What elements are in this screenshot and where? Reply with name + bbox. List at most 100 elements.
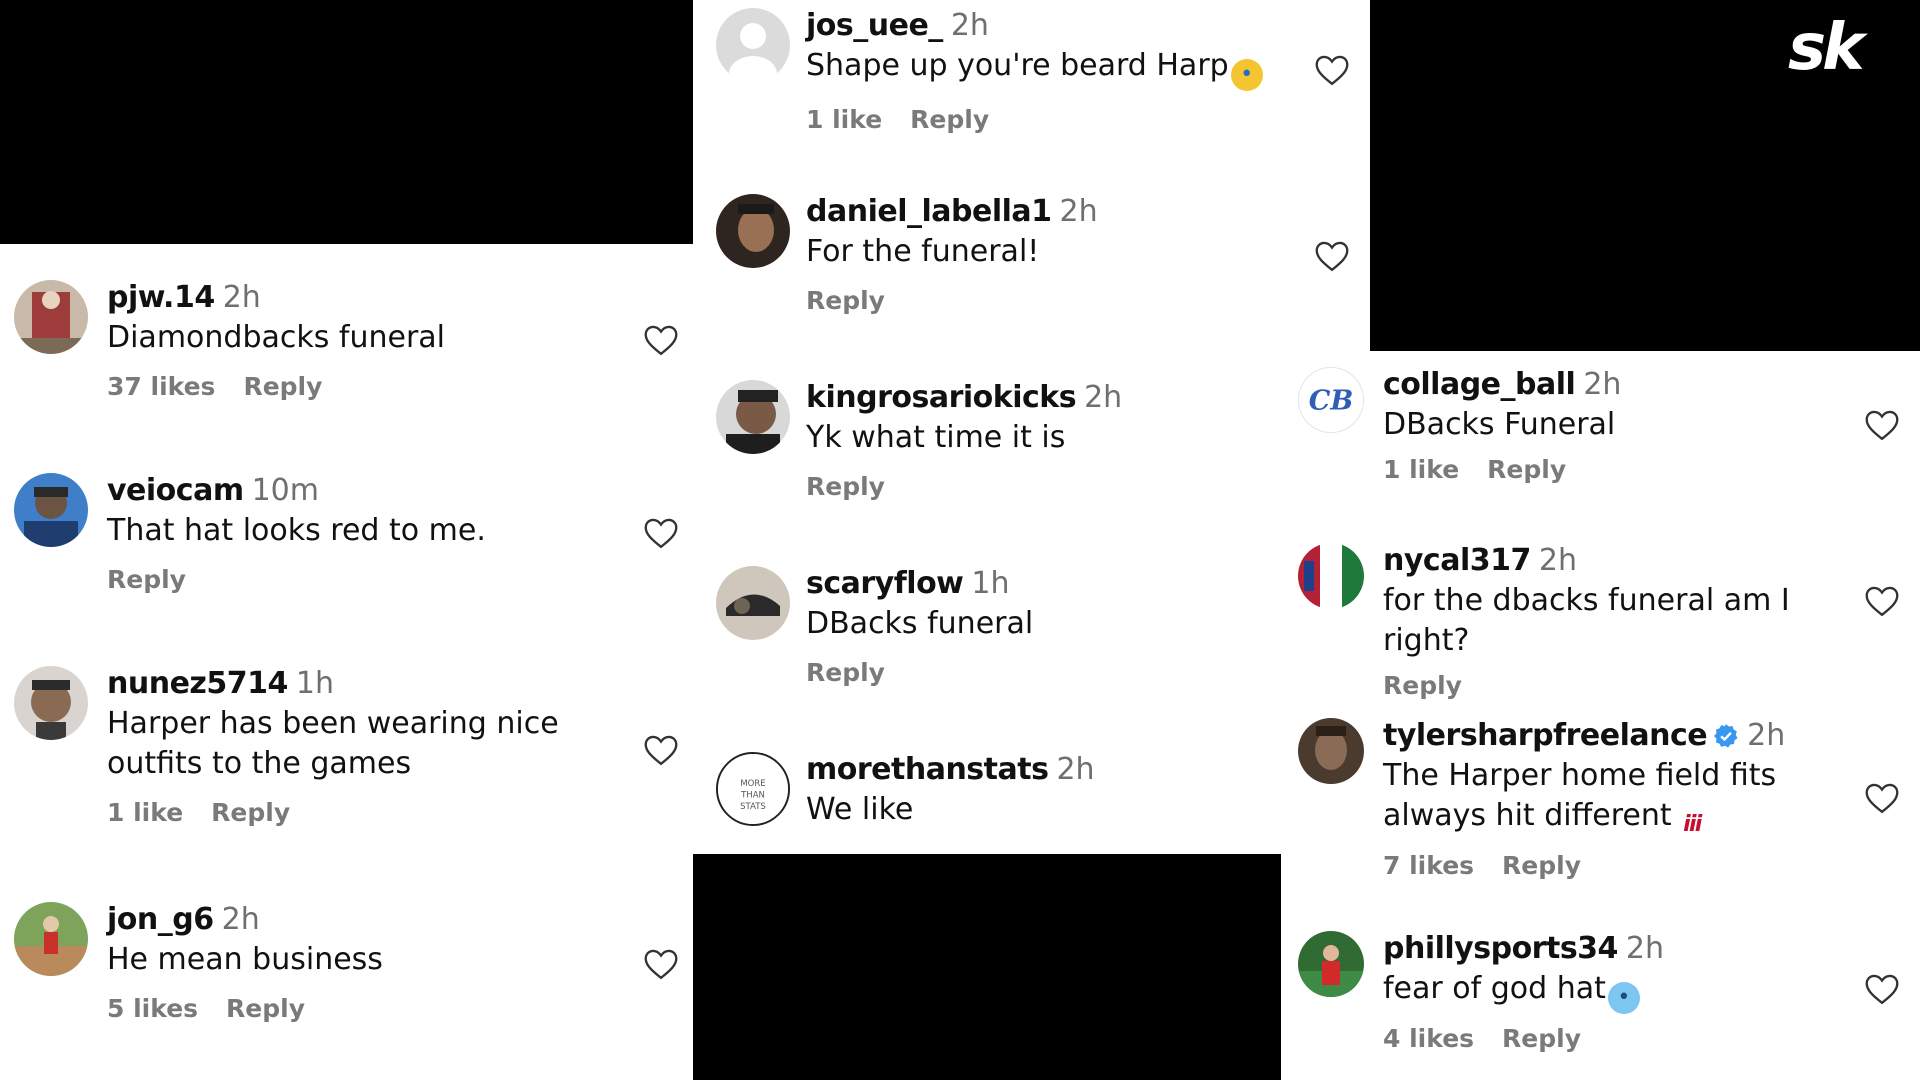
comment-body: phillysports34 2h fear of god hat • 4 like… bbox=[1383, 931, 1840, 1053]
verified-badge-icon bbox=[1714, 724, 1738, 748]
comment-text: The Harper home field fits always hit di… bbox=[1383, 756, 1840, 841]
avatar[interactable] bbox=[716, 380, 790, 454]
avatar[interactable] bbox=[14, 473, 88, 547]
avatar[interactable] bbox=[1298, 718, 1364, 784]
avatar[interactable]: CB bbox=[1298, 367, 1364, 433]
timestamp: 1h bbox=[971, 566, 1010, 601]
reply-button[interactable]: Reply bbox=[1487, 455, 1566, 484]
timestamp: 2h bbox=[1583, 367, 1622, 402]
username[interactable]: morethanstats bbox=[806, 752, 1049, 787]
username[interactable]: tylersharpfreelance bbox=[1383, 718, 1708, 753]
username[interactable]: kingrosariokicks bbox=[806, 380, 1077, 415]
timestamp: 2h bbox=[221, 902, 260, 937]
collage-stage: sk pjw.14 2h Diamondbacks funeral 37 like… bbox=[0, 0, 1920, 1080]
comment-body: jon_g6 2h He mean business 5 likes Reply bbox=[107, 902, 613, 1023]
comment-text: For the funeral! bbox=[806, 234, 1040, 269]
timestamp: 2h bbox=[1538, 543, 1577, 578]
reply-button[interactable]: Reply bbox=[806, 472, 885, 501]
reply-button[interactable]: Reply bbox=[1502, 851, 1581, 880]
timestamp: 2h bbox=[950, 8, 989, 43]
timestamp: 2h bbox=[1084, 380, 1123, 415]
timestamp: 2h bbox=[1625, 931, 1665, 966]
reply-button[interactable]: Reply bbox=[1383, 671, 1462, 700]
reply-button[interactable]: Reply bbox=[806, 286, 885, 315]
comment-text: for the dbacks funeral am I right? bbox=[1383, 583, 1790, 658]
comments-panel-right: CB collage_ball 2h DBacks Funeral 1 like R… bbox=[1281, 351, 1920, 1080]
avatar[interactable] bbox=[716, 194, 790, 268]
avatar[interactable] bbox=[14, 902, 88, 976]
brand-logo: sk bbox=[1788, 11, 1865, 85]
likes-count[interactable]: 1 like bbox=[107, 798, 183, 827]
reply-button[interactable]: Reply bbox=[1502, 1024, 1581, 1053]
likes-count[interactable]: 7 likes bbox=[1383, 851, 1474, 880]
hundred-points-icon: ⅲ bbox=[1683, 812, 1703, 837]
comment-body: jos_uee_ 2h Shape up you're beard Harp • 1… bbox=[806, 8, 1290, 134]
comment-text: Harper has been wearing nice outfits to … bbox=[107, 706, 559, 781]
like-heart-icon[interactable] bbox=[643, 517, 679, 549]
username[interactable]: jon_g6 bbox=[107, 902, 214, 937]
like-heart-icon[interactable] bbox=[643, 324, 679, 356]
reply-button[interactable]: Reply bbox=[107, 565, 186, 594]
reply-button[interactable]: Reply bbox=[243, 372, 322, 401]
like-heart-icon[interactable] bbox=[643, 948, 679, 980]
like-heart-icon[interactable] bbox=[1314, 240, 1350, 272]
timestamp: 1h bbox=[295, 666, 334, 701]
reply-button[interactable]: Reply bbox=[211, 798, 290, 827]
comment-text: Diamondbacks funeral bbox=[107, 320, 446, 355]
like-heart-icon[interactable] bbox=[643, 734, 679, 766]
crying-face-icon: • bbox=[1230, 59, 1263, 91]
username[interactable]: pjw.14 bbox=[107, 280, 215, 315]
timestamp: 2h bbox=[1059, 194, 1098, 229]
reply-button[interactable]: Reply bbox=[910, 105, 989, 134]
comment-body: collage_ball 2h DBacks Funeral 1 like Repl… bbox=[1383, 367, 1840, 484]
avatar[interactable] bbox=[14, 280, 88, 354]
comment-text: Yk what time it is bbox=[806, 420, 1066, 455]
like-heart-icon[interactable] bbox=[1864, 782, 1900, 814]
username[interactable]: nunez5714 bbox=[107, 666, 288, 701]
username[interactable]: daniel_labella1 bbox=[806, 194, 1052, 229]
reply-button[interactable]: Reply bbox=[226, 994, 305, 1023]
likes-count[interactable]: 4 likes bbox=[1383, 1024, 1474, 1053]
like-heart-icon[interactable] bbox=[1864, 585, 1900, 617]
likes-count[interactable]: 5 likes bbox=[107, 994, 198, 1023]
avatar[interactable] bbox=[716, 8, 790, 82]
comment-text: DBacks Funeral bbox=[1383, 407, 1616, 442]
like-heart-icon[interactable] bbox=[1314, 54, 1350, 86]
username[interactable]: collage_ball bbox=[1383, 367, 1576, 402]
avatar-text: MORE bbox=[740, 779, 765, 789]
username[interactable]: veiocam bbox=[107, 473, 244, 508]
username[interactable]: phillysports34 bbox=[1383, 931, 1618, 966]
like-heart-icon[interactable] bbox=[1864, 973, 1900, 1005]
comment-body: daniel_labella1 2h For the funeral! Reply bbox=[806, 194, 1290, 315]
username[interactable]: scaryflow bbox=[806, 566, 964, 601]
timestamp: 2h bbox=[1056, 752, 1095, 787]
username[interactable]: jos_uee_ bbox=[806, 8, 943, 43]
comment-text: fear of god hat • bbox=[1383, 969, 1840, 1014]
svg-text:CB: CB bbox=[1309, 386, 1354, 417]
comment-body: veiocam 10m That hat looks red to me. Rep… bbox=[107, 473, 613, 594]
comment-text: DBacks funeral bbox=[806, 606, 1034, 641]
likes-count[interactable]: 37 likes bbox=[107, 372, 215, 401]
avatar[interactable] bbox=[1298, 931, 1364, 997]
timestamp: 2h bbox=[1747, 718, 1786, 753]
comment-text: Shape up you're beard Harp • bbox=[806, 46, 1290, 91]
comment-body: nunez5714 1h Harper has been wearing nice… bbox=[107, 666, 613, 827]
timestamp: 10m bbox=[251, 473, 319, 508]
reply-button[interactable]: Reply bbox=[806, 658, 885, 687]
cold-face-icon: • bbox=[1607, 982, 1640, 1014]
avatar[interactable] bbox=[716, 566, 790, 640]
comment-body: nycal317 2h for the dbacks funeral am I r… bbox=[1383, 543, 1840, 700]
avatar[interactable]: MORE THAN STATS bbox=[716, 752, 790, 826]
comments-panel-middle: jos_uee_ 2h Shape up you're beard Harp • 1… bbox=[693, 0, 1370, 854]
comment-body: morethanstats 2h We like bbox=[806, 752, 1290, 830]
username[interactable]: nycal317 bbox=[1383, 543, 1531, 578]
svg-text:THAN: THAN bbox=[740, 791, 765, 801]
avatar[interactable] bbox=[1298, 543, 1364, 609]
comment-body: pjw.14 2h Diamondbacks funeral 37 likes Re… bbox=[107, 280, 613, 401]
likes-count[interactable]: 1 like bbox=[806, 105, 882, 134]
comment-body: scaryflow 1h DBacks funeral Reply bbox=[806, 566, 1290, 687]
like-heart-icon[interactable] bbox=[1864, 409, 1900, 441]
avatar[interactable] bbox=[14, 666, 88, 740]
timestamp: 2h bbox=[222, 280, 261, 315]
likes-count[interactable]: 1 like bbox=[1383, 455, 1459, 484]
